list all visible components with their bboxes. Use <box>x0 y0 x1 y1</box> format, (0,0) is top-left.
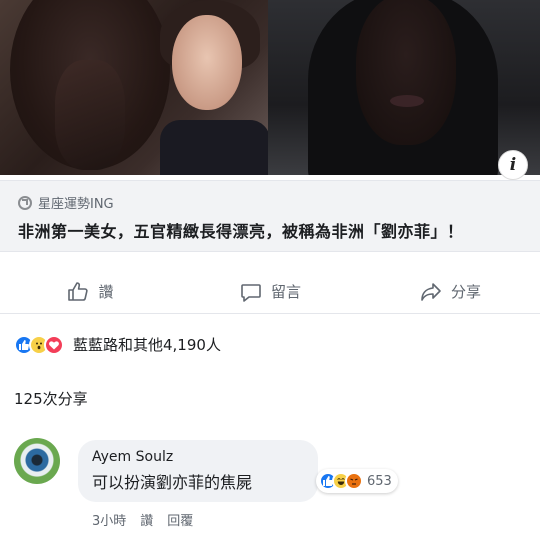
post-action-bar: 讚 留言 分享 <box>0 270 540 314</box>
link-source: 星座運勢ING <box>18 193 522 212</box>
avatar[interactable] <box>14 438 60 484</box>
preview-photo-right <box>268 0 540 175</box>
like-button[interactable]: 讚 <box>0 270 180 313</box>
link-caption[interactable]: 星座運勢ING 非洲第一美女，五官精緻長得漂亮，被稱為非洲「劉亦菲」！ <box>0 180 540 252</box>
share-arrow-icon <box>421 282 441 301</box>
comment-meta: 3小時 讚 回覆 <box>92 510 193 529</box>
comment-reaction-count: 653 <box>367 473 392 489</box>
comment-icon <box>241 283 261 302</box>
comment-author[interactable]: Ayem Soulz <box>92 449 304 465</box>
share-label: 分享 <box>450 283 481 301</box>
link-source-name: 星座運勢ING <box>38 197 114 212</box>
love-reaction-icon <box>44 334 64 355</box>
angry-reaction-icon <box>345 472 363 490</box>
comment-reply-link[interactable]: 回覆 <box>167 510 193 529</box>
share-count[interactable]: 125次分享 <box>14 388 88 409</box>
share-button[interactable]: 分享 <box>360 270 540 313</box>
thumbs-up-icon <box>68 281 89 301</box>
like-label: 讚 <box>98 283 114 301</box>
comment-reactions[interactable]: 653 <box>316 469 398 493</box>
preview-photo-left <box>0 0 268 175</box>
link-preview-image[interactable]: i <box>0 0 540 180</box>
comment-button[interactable]: 留言 <box>180 270 360 313</box>
info-icon[interactable]: i <box>498 150 528 180</box>
link-source-icon <box>18 195 32 210</box>
comment-label: 留言 <box>270 283 301 301</box>
reactions-summary[interactable]: 藍藍路和其他4,190人 <box>14 334 221 355</box>
comment-text: 可以扮演劉亦菲的焦屍 <box>92 473 253 492</box>
link-headline[interactable]: 非洲第一美女，五官精緻長得漂亮，被稱為非洲「劉亦菲」！ <box>18 218 522 242</box>
reactions-summary-text: 藍藍路和其他4,190人 <box>73 336 221 354</box>
comment-bubble: Ayem Soulz 可以扮演劉亦菲的焦屍 <box>78 440 318 502</box>
comment-time[interactable]: 3小時 <box>92 510 126 529</box>
comment-like-link[interactable]: 讚 <box>140 510 153 529</box>
